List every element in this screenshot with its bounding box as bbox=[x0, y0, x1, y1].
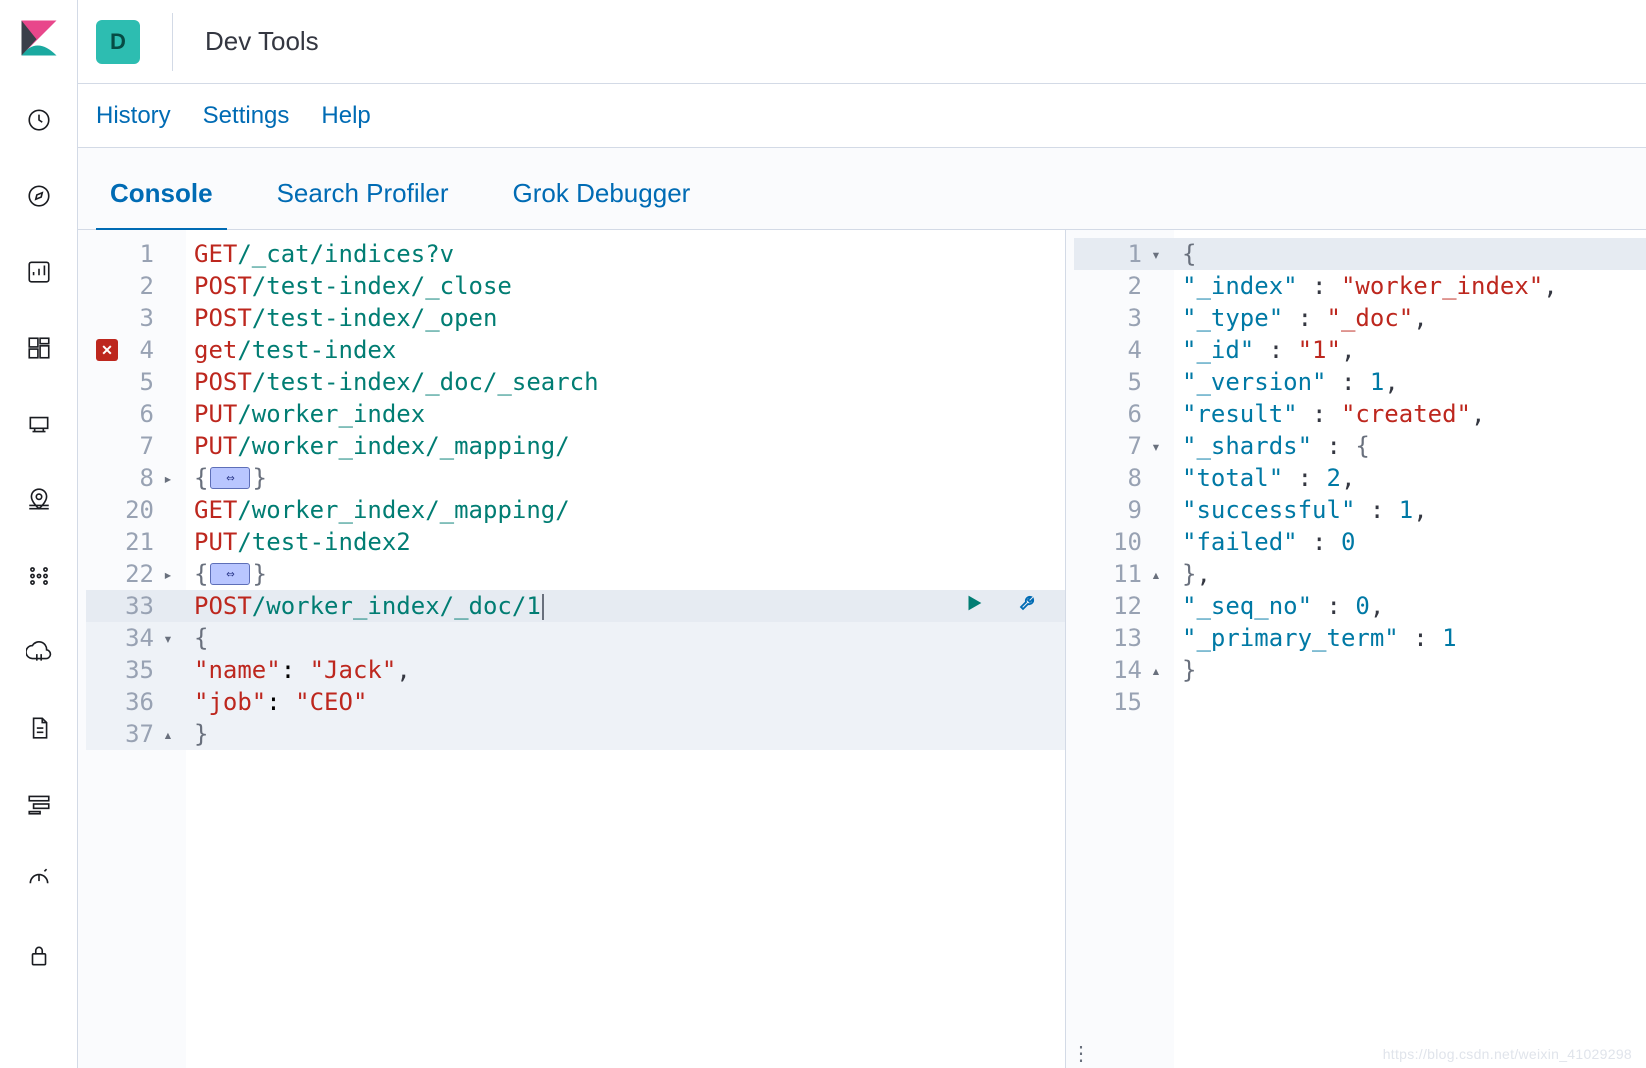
subnav-settings[interactable]: Settings bbox=[203, 102, 290, 130]
response-line: "_version" : 1, bbox=[1174, 366, 1646, 398]
page-title: Dev Tools bbox=[205, 26, 319, 57]
ml-icon[interactable] bbox=[25, 562, 53, 590]
sub-nav: History Settings Help bbox=[78, 84, 1646, 148]
watermark: https://blog.csdn.net/weixin_41029298 bbox=[1383, 1046, 1632, 1062]
run-request-icon[interactable] bbox=[963, 592, 985, 620]
request-options-icon[interactable] bbox=[1017, 591, 1041, 621]
recent-icon[interactable] bbox=[25, 106, 53, 134]
siem-icon[interactable] bbox=[25, 942, 53, 970]
code-line[interactable]: GET /_cat/indices?v bbox=[186, 238, 1065, 270]
app-badge[interactable]: D bbox=[96, 20, 140, 64]
code-line[interactable]: PUT /worker_index bbox=[186, 398, 1065, 430]
response-line: { bbox=[1174, 238, 1646, 270]
code-line[interactable]: } bbox=[186, 718, 1065, 750]
top-header: D Dev Tools bbox=[78, 0, 1646, 84]
code-line[interactable]: "job": "CEO" bbox=[186, 686, 1065, 718]
response-line: "_primary_term" : 1 bbox=[1174, 622, 1646, 654]
visualize-icon[interactable] bbox=[25, 258, 53, 286]
code-line[interactable]: get /test-index bbox=[186, 334, 1065, 366]
request-pane[interactable]: 123✕45678▸202122▸3334▾353637▴ GET /_cat/… bbox=[86, 230, 1066, 1068]
tabs: Console Search Profiler Grok Debugger bbox=[78, 148, 1646, 230]
code-line[interactable]: POST /test-index/_close bbox=[186, 270, 1065, 302]
maps-icon[interactable] bbox=[25, 486, 53, 514]
uptime-icon[interactable] bbox=[25, 866, 53, 894]
response-line: "_index" : "worker_index", bbox=[1174, 270, 1646, 302]
request-editor[interactable]: GET /_cat/indices?vPOST /test-index/_clo… bbox=[186, 230, 1065, 1068]
response-line: "_seq_no" : 0, bbox=[1174, 590, 1646, 622]
response-pane: ⋮ 1▾234567▾891011▴121314▴15 { "_index" :… bbox=[1074, 230, 1646, 1068]
response-viewer: { "_index" : "worker_index", "_type" : "… bbox=[1174, 230, 1646, 1068]
subnav-history[interactable]: History bbox=[96, 102, 171, 130]
code-line[interactable]: PUT /test-index2 bbox=[186, 526, 1065, 558]
response-line: "_shards" : { bbox=[1174, 430, 1646, 462]
response-line: "_type" : "_doc", bbox=[1174, 302, 1646, 334]
main-area: D Dev Tools History Settings Help Consol… bbox=[78, 0, 1646, 1068]
code-line[interactable]: PUT /worker_index/_mapping/ bbox=[186, 430, 1065, 462]
response-gutter: 1▾234567▾891011▴121314▴15 bbox=[1074, 230, 1174, 1068]
discover-icon[interactable] bbox=[25, 182, 53, 210]
left-nav-rail bbox=[0, 0, 78, 1068]
tab-console[interactable]: Console bbox=[106, 178, 217, 229]
dashboard-icon[interactable] bbox=[25, 334, 53, 362]
pane-resize-handle[interactable]: ⋮ bbox=[1071, 1041, 1093, 1066]
code-line[interactable]: {⇔} bbox=[186, 558, 1065, 590]
apm-icon[interactable] bbox=[25, 790, 53, 818]
response-line: } bbox=[1174, 654, 1646, 686]
response-line: "successful" : 1, bbox=[1174, 494, 1646, 526]
infrastructure-icon[interactable] bbox=[25, 638, 53, 666]
response-line: "failed" : 0 bbox=[1174, 526, 1646, 558]
request-gutter: 123✕45678▸202122▸3334▾353637▴ bbox=[86, 230, 186, 1068]
tab-search-profiler[interactable]: Search Profiler bbox=[273, 178, 453, 229]
editor-area: 123✕45678▸202122▸3334▾353637▴ GET /_cat/… bbox=[78, 230, 1646, 1068]
tab-grok-debugger[interactable]: Grok Debugger bbox=[509, 178, 695, 229]
subnav-help[interactable]: Help bbox=[321, 102, 370, 130]
code-line[interactable]: POST /test-index/_open bbox=[186, 302, 1065, 334]
response-line bbox=[1174, 686, 1646, 718]
response-line: "result" : "created", bbox=[1174, 398, 1646, 430]
response-line: }, bbox=[1174, 558, 1646, 590]
code-line[interactable]: POST /worker_index/_doc/1 bbox=[186, 590, 1065, 622]
header-divider bbox=[172, 13, 173, 71]
code-line[interactable]: { bbox=[186, 622, 1065, 654]
logs-icon[interactable] bbox=[25, 714, 53, 742]
code-line[interactable]: GET /worker_index/_mapping/ bbox=[186, 494, 1065, 526]
response-line: "_id" : "1", bbox=[1174, 334, 1646, 366]
code-line[interactable]: POST /test-index/_doc/_search bbox=[186, 366, 1065, 398]
kibana-logo[interactable] bbox=[19, 18, 59, 58]
code-line[interactable]: {⇔} bbox=[186, 462, 1065, 494]
code-line[interactable]: "name": "Jack", bbox=[186, 654, 1065, 686]
response-line: "total" : 2, bbox=[1174, 462, 1646, 494]
canvas-icon[interactable] bbox=[25, 410, 53, 438]
